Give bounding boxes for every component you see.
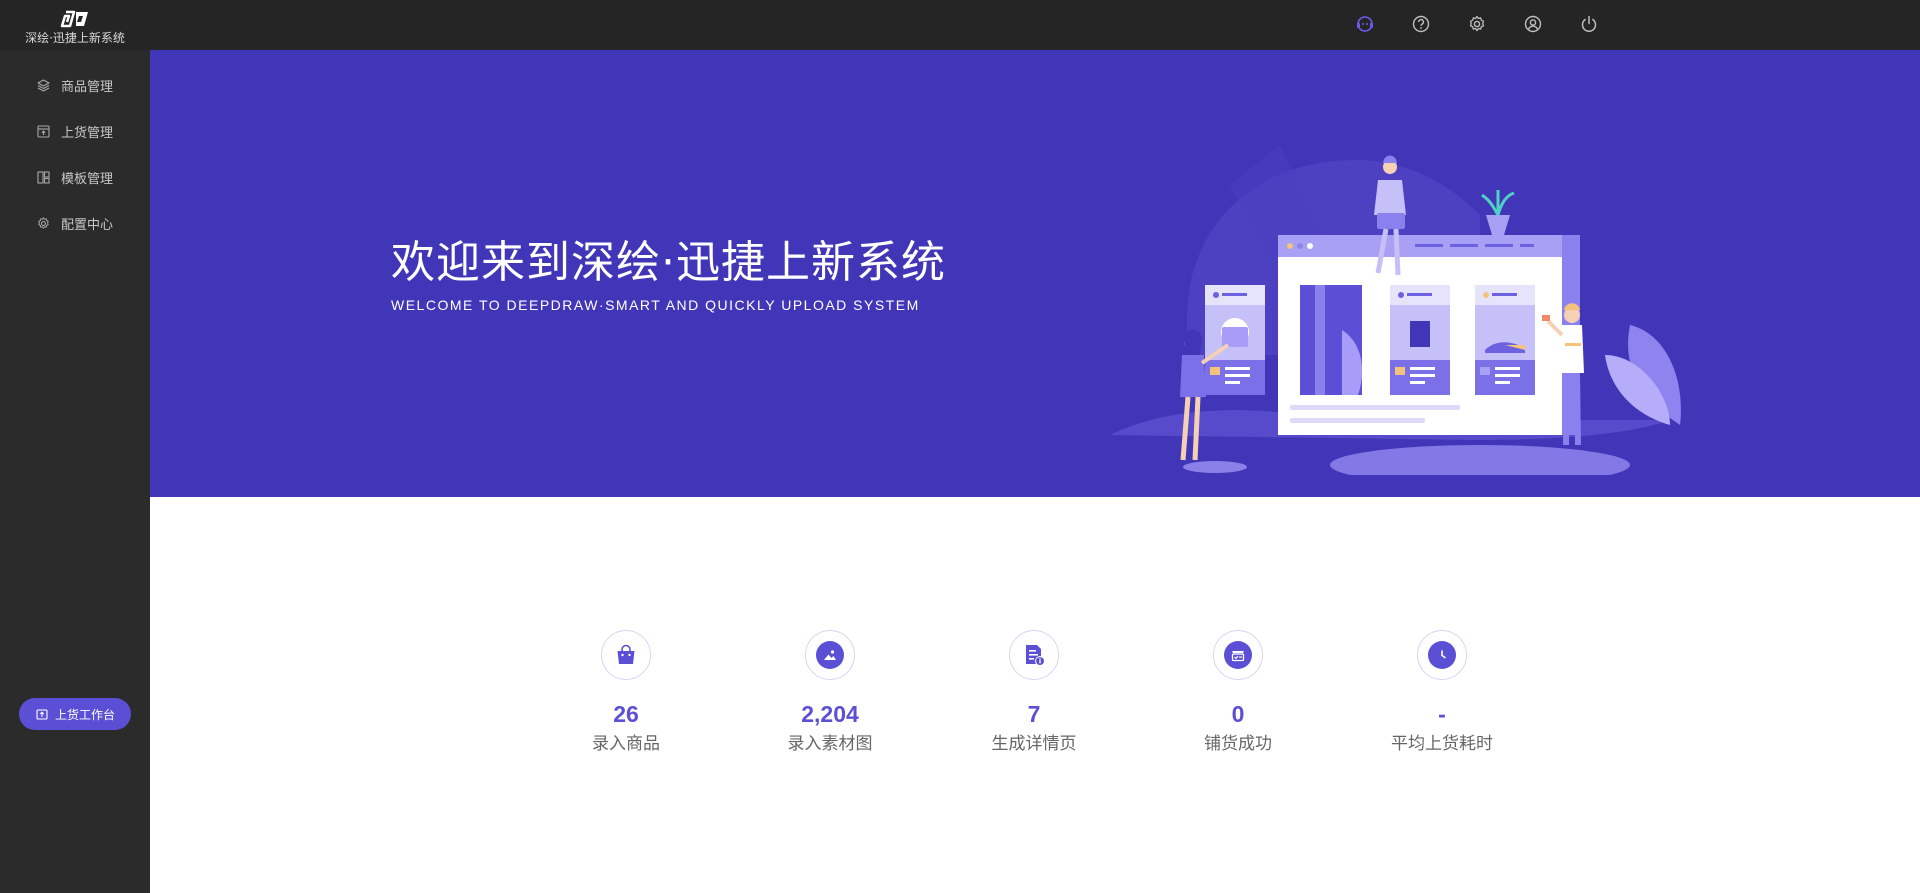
sidebar-item-label: 模板管理 <box>61 171 114 187</box>
sidebar-item-label: 商品管理 <box>61 79 114 95</box>
sidebar-item-template-management[interactable]: 模板管理 <box>0 157 150 197</box>
stat-label: 录入素材图 <box>787 734 873 754</box>
stat-value: 2,204 <box>801 701 859 727</box>
banner-title: 欢迎来到深绘·迅捷上新系统 <box>391 237 946 288</box>
stat-icon-ring <box>805 630 855 680</box>
stats-section: 26 录入商品 2,204 录入素材图 7 生成详情页 0 铺货成功 - 平均上… <box>150 497 1920 893</box>
stat-value: 7 <box>1027 701 1041 727</box>
upload-box-icon <box>36 124 51 139</box>
stat-icon-ring <box>1009 630 1059 680</box>
sidebar-item-label: 上货管理 <box>61 125 114 141</box>
top-bar: 深绘·迅捷上新系统 <box>0 0 1920 50</box>
shopping-bag-icon <box>612 641 640 669</box>
stat-detail-pages: 7 生成详情页 <box>944 630 1124 756</box>
logo-icon <box>60 10 88 28</box>
sidebar-item-product-management[interactable]: 商品管理 <box>0 65 150 105</box>
stat-products: 26 录入商品 <box>536 630 716 756</box>
layers-icon <box>36 78 51 93</box>
image-icon <box>816 641 844 669</box>
upload-workbench-label: 上货工作台 <box>54 707 115 722</box>
help-icon[interactable] <box>1410 13 1432 35</box>
box-icon <box>35 707 49 721</box>
detail-page-icon <box>1020 641 1048 669</box>
stat-icon-ring <box>601 630 651 680</box>
stat-value: 0 <box>1231 701 1245 727</box>
stat-icon-ring <box>1417 630 1467 680</box>
stat-value: - <box>1438 701 1446 727</box>
app-logo[interactable]: 深绘·迅捷上新系统 <box>0 0 150 50</box>
stat-label: 录入商品 <box>592 734 660 754</box>
settings-icon[interactable] <box>1466 13 1488 35</box>
stat-label: 生成详情页 <box>991 734 1077 754</box>
store-check-icon <box>1224 641 1252 669</box>
sidebar-item-upload-management[interactable]: 上货管理 <box>0 111 150 151</box>
power-icon[interactable] <box>1578 13 1600 35</box>
headset-icon[interactable] <box>1354 13 1376 35</box>
stat-material-images: 2,204 录入素材图 <box>740 630 920 756</box>
sidebar-item-config-center[interactable]: 配置中心 <box>0 203 150 243</box>
upload-workbench-button[interactable]: 上货工作台 <box>19 698 131 730</box>
stat-label: 平均上货耗时 <box>1391 734 1493 754</box>
sidebar-item-label: 配置中心 <box>61 217 114 233</box>
user-icon[interactable] <box>1522 13 1544 35</box>
template-icon <box>36 170 51 185</box>
app-name: 深绘·迅捷上新系统 <box>25 31 125 45</box>
stat-value: 26 <box>613 701 639 727</box>
stat-icon-ring <box>1213 630 1263 680</box>
stat-label: 铺货成功 <box>1204 734 1272 754</box>
clock-icon <box>1428 641 1456 669</box>
stat-distribution-success: 0 铺货成功 <box>1148 630 1328 756</box>
welcome-banner: 欢迎来到深绘·迅捷上新系统 WELCOME TO DEEPDRAW·SMART … <box>150 50 1920 497</box>
stat-average-upload-time: - 平均上货耗时 <box>1352 630 1532 756</box>
banner-subtitle: WELCOME TO DEEPDRAW·SMART AND QUICKLY UP… <box>391 297 920 313</box>
gear-config-icon <box>36 216 51 231</box>
ecommerce-illustration <box>1110 145 1681 475</box>
sidebar: 商品管理 上货管理 模板管理 配置中心 上货工作台 <box>0 50 150 893</box>
